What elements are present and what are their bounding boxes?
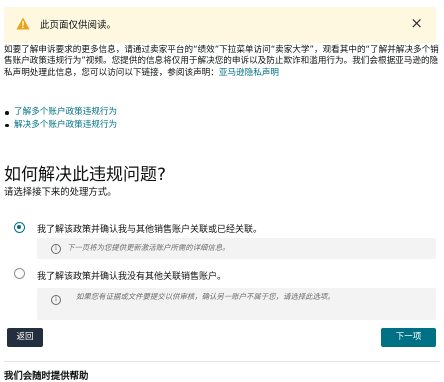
close-icon[interactable]: × xyxy=(410,13,423,33)
info-icon: i xyxy=(51,244,61,254)
privacy-link[interactable]: 亚马逊隐私声明 xyxy=(219,68,279,78)
option-2-radio[interactable] xyxy=(14,268,25,279)
option-1-label[interactable]: 我了解该政策并确认我与其他销售账户关联或已经关联。 xyxy=(37,222,262,235)
learn-policy-link[interactable]: 了解多个账户政策违规行为 xyxy=(14,107,117,117)
option-1-info-box: i 下一页将为您提供更新激活账户所需的详细信息。 xyxy=(37,238,436,259)
option-2-label[interactable]: 我了解该政策并确认我没有其他关联销售账户。 xyxy=(37,269,226,282)
list-item: 解决多个账户政策违规行为 xyxy=(4,119,117,132)
intro-paragraph: 如要了解申诉要求的更多信息，请通过卖家平台的“绩效”下拉菜单访问“卖家大学”，观… xyxy=(4,45,440,79)
warning-triangle-icon xyxy=(16,17,30,30)
option-1-radio[interactable] xyxy=(14,222,25,233)
alert-message: 此页面仅供阅读。 xyxy=(40,20,117,31)
policy-links-list: 了解多个账户政策违规行为 解决多个账户政策违规行为 xyxy=(4,106,117,131)
option-2-info-text: 如果您有证据或文件要提交以供审核，确认另一账户不属于您，请选择此选项。 xyxy=(76,292,335,301)
resolve-policy-link[interactable]: 解决多个账户政策违规行为 xyxy=(14,120,117,130)
page-subtitle: 请选择接下来的处理方式。 xyxy=(4,187,117,198)
list-item: 了解多个账户政策违规行为 xyxy=(4,106,117,119)
back-button[interactable]: 返回 xyxy=(7,328,43,347)
info-icon: i xyxy=(51,295,61,305)
page-title: 如何解决此违规问题? xyxy=(4,165,167,185)
next-button[interactable]: 下一项 xyxy=(381,328,436,347)
option-1-info-text: 下一页将为您提供更新激活账户所需的详细信息。 xyxy=(67,243,230,252)
divider xyxy=(4,361,440,362)
option-2-info-box: i 如果您有证据或文件要提交以供审核，确认另一账户不属于您，请选择此选项。 xyxy=(37,288,436,320)
read-only-alert: 此页面仅供阅读。 × xyxy=(4,7,436,43)
